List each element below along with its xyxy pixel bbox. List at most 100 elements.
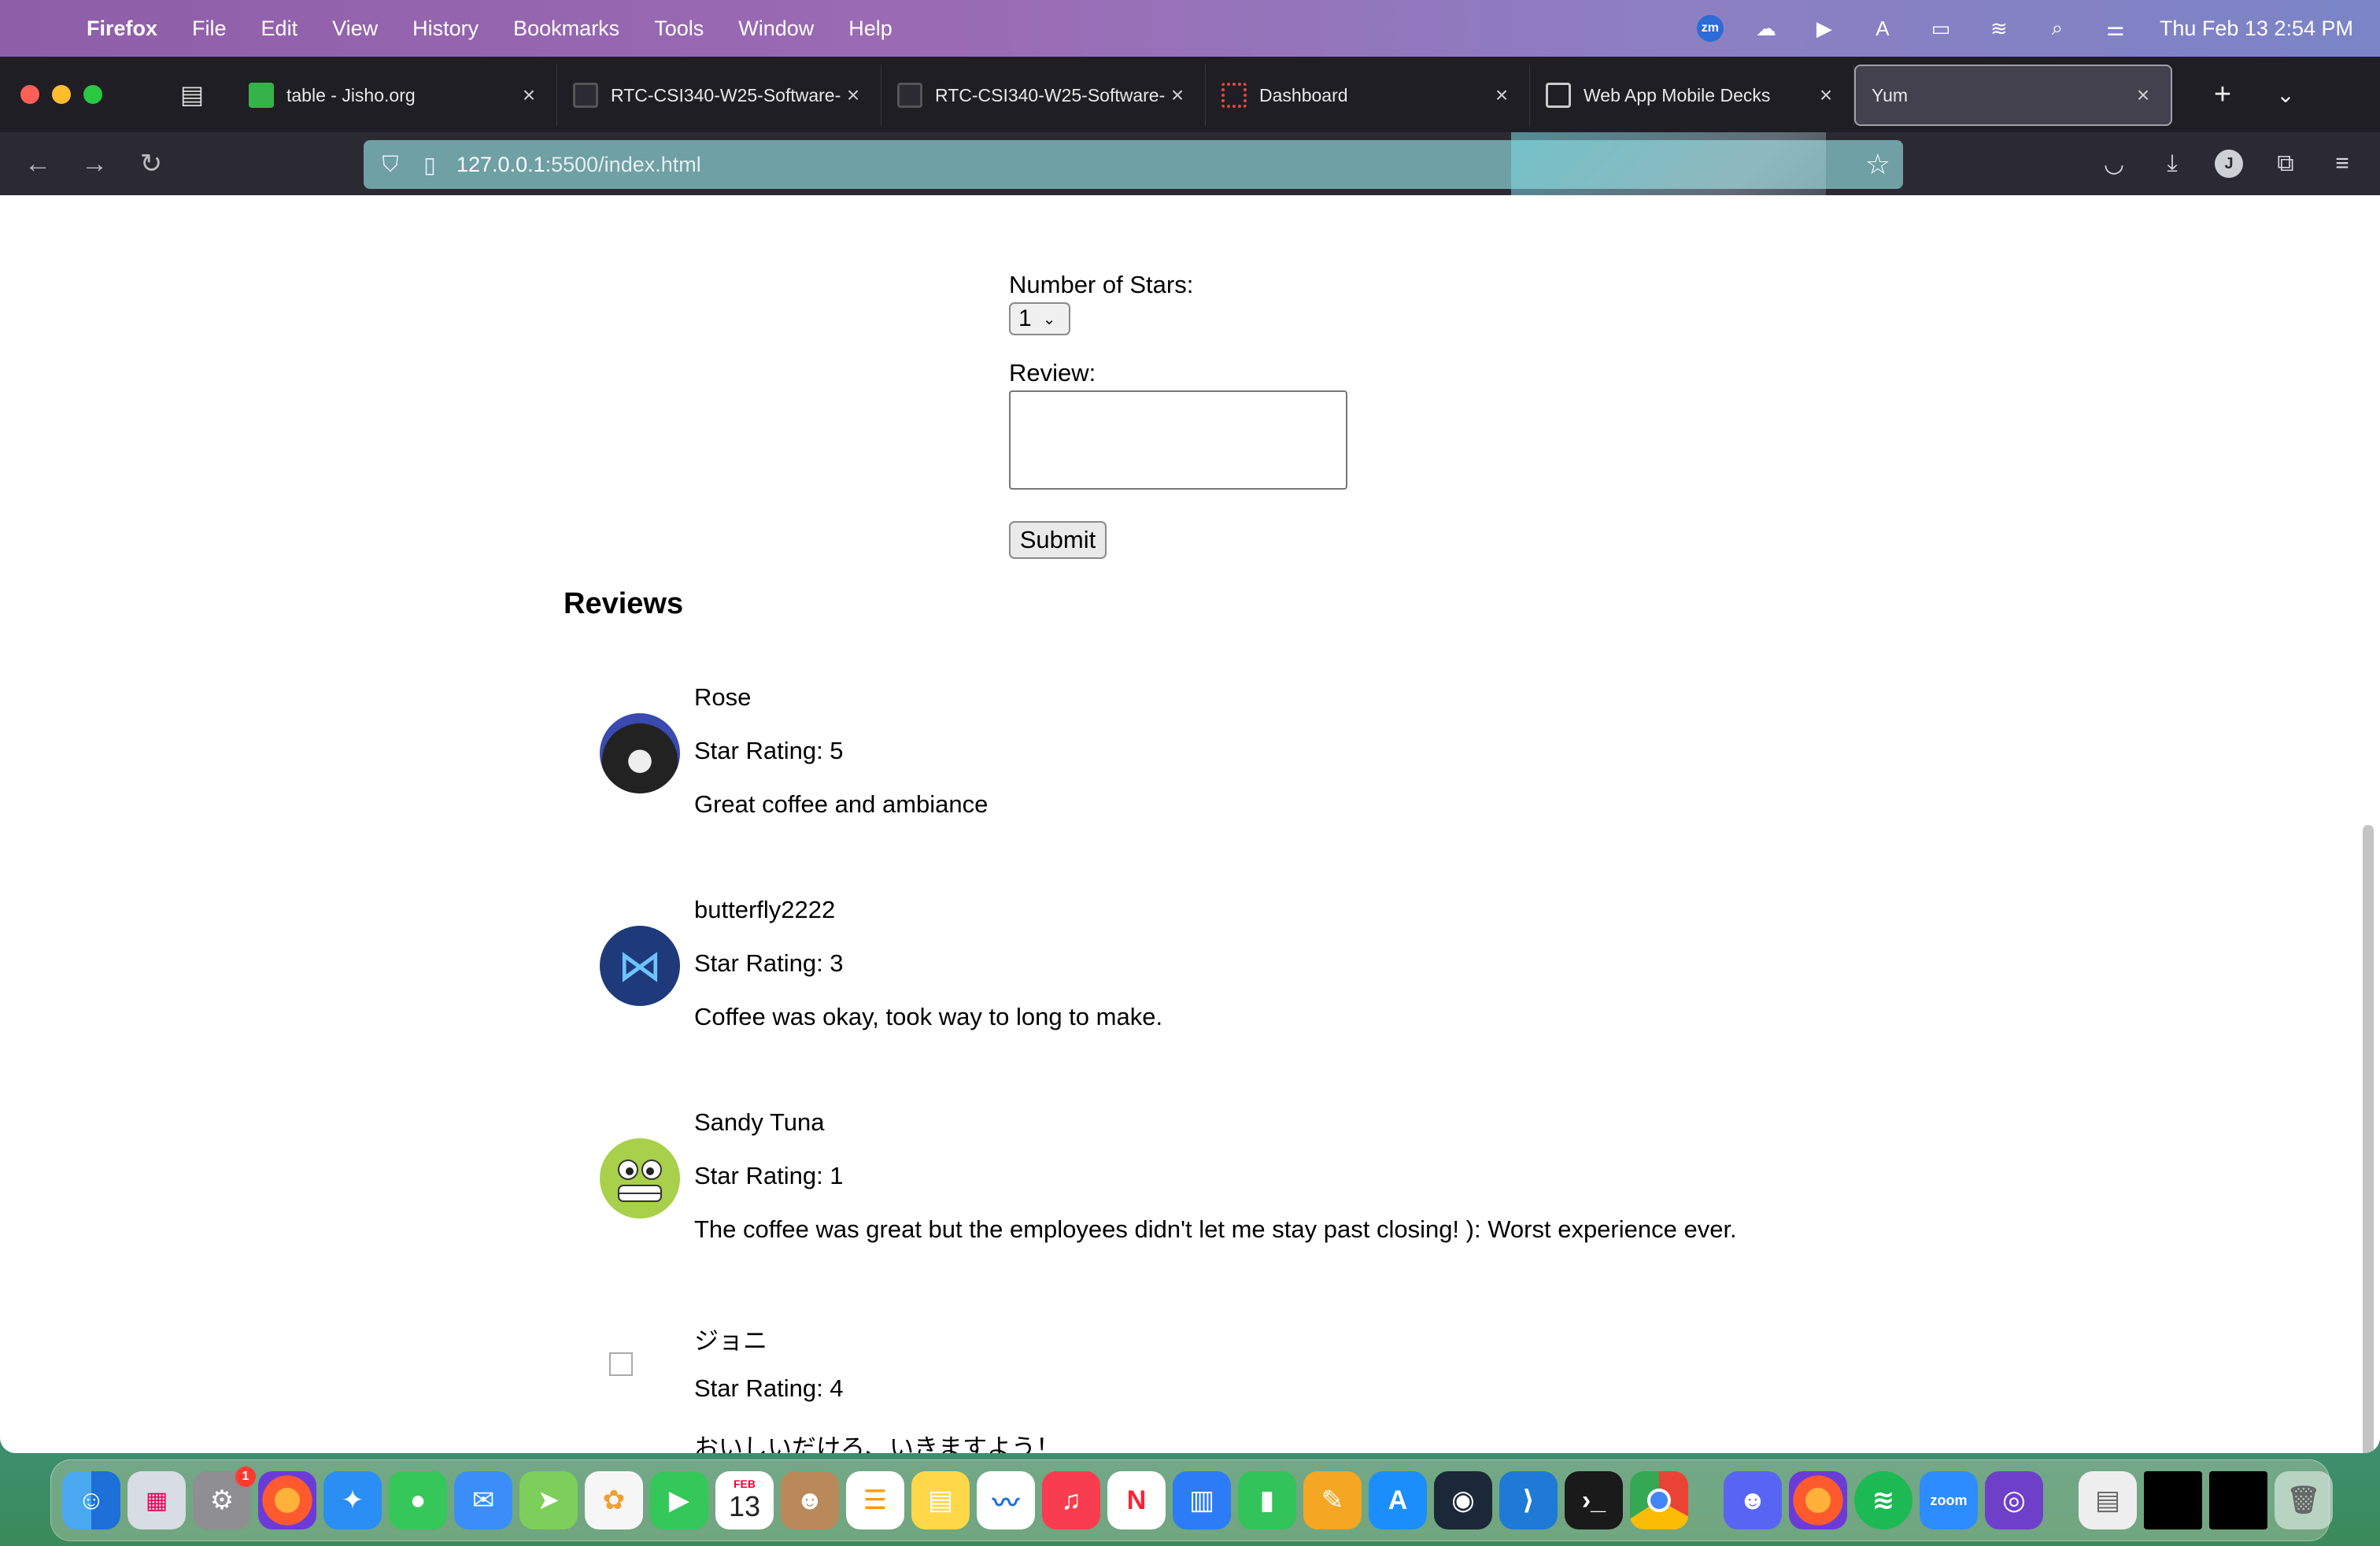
system-settings-icon[interactable]: ⚙ 1 [193,1466,256,1529]
stars-select[interactable]: 1 ⌄ [1009,302,1070,335]
url-path: :5500/index.html [545,152,701,176]
contacts-icon[interactable]: ☻ [781,1471,839,1529]
close-tab-icon[interactable]: × [1490,83,1513,108]
document-preview-icon[interactable]: ▤ [2079,1471,2137,1529]
wifi-icon[interactable]: ≋ [1983,14,2015,43]
review-textarea[interactable] [1009,390,1347,490]
minimize-window-button[interactable] [52,85,71,104]
menu-edit[interactable]: Edit [261,17,298,41]
news-icon[interactable]: N [1107,1471,1166,1529]
url-bar[interactable]: ⛉ ▯ 127.0.0.1:5500/index.html ☆ [364,140,1903,189]
extensions-icon[interactable]: ⧉ [2267,145,2304,183]
zoom-icon[interactable]: zoom [1920,1471,1978,1529]
pocket-icon[interactable]: ◡ [2095,145,2133,183]
submit-button[interactable]: Submit [1009,521,1107,559]
trash-icon[interactable]: 🗑 [2275,1471,2333,1529]
launchpad-icon[interactable]: ▦ [128,1471,186,1529]
chrome-icon[interactable] [1630,1471,1688,1529]
close-tab-icon[interactable]: × [1166,83,1189,108]
input-source-icon[interactable]: A [1867,14,1898,43]
account-icon[interactable]: J [2210,145,2248,183]
spotify-icon[interactable]: ≋ [1854,1471,1913,1529]
zoom-status-icon[interactable]: zm [1696,15,1724,42]
tab-github-1[interactable]: RTC-CSI340-W25-Software- × [557,65,881,126]
finder-icon[interactable]: ☺ [62,1471,120,1529]
review-form: Number of Stars: 1 ⌄ Review: Submit [1009,271,1387,559]
close-tab-icon[interactable]: × [517,83,541,108]
play-icon[interactable]: ▶ [1809,14,1840,43]
close-tab-icon[interactable]: × [1814,83,1838,108]
notes-icon[interactable]: ▤ [911,1471,970,1529]
menubar-clock[interactable]: Thu Feb 13 2:54 PM [2160,17,2353,41]
avatar: ⋈ [600,926,680,1006]
firefox-view-icon[interactable]: ▤ [173,76,211,113]
spotlight-search-icon[interactable]: ⌕ [2042,14,2073,43]
forward-icon[interactable]: → [76,145,113,183]
creative-cloud-icon[interactable]: ☁ [1750,14,1782,43]
broken-image-icon [609,1352,633,1376]
downloads-icon[interactable]: ⤓ [2153,145,2191,183]
menu-help[interactable]: Help [848,17,893,41]
photos-icon[interactable]: ✿ [585,1471,643,1529]
jisho-favicon-icon [249,83,274,108]
control-center-icon[interactable]: ⚌ [2100,14,2131,43]
github-desktop-icon[interactable]: ◎ [1985,1471,2043,1529]
tracking-protection-shield-icon[interactable]: ⛉ [375,152,406,178]
vscode-icon[interactable]: ⟩ [1499,1471,1558,1529]
menu-tools[interactable]: Tools [654,17,704,41]
close-window-button[interactable] [20,85,39,104]
menu-app-firefox[interactable]: Firefox [87,17,157,41]
avatar [600,713,680,793]
freeform-icon[interactable]: 〰 [977,1471,1035,1529]
url-text[interactable]: 127.0.0.1:5500/index.html [456,153,701,177]
list-all-tabs-icon[interactable]: ⌄ [2267,76,2304,113]
tab-jisho[interactable]: table - Jisho.org × [233,65,557,126]
calendar-icon[interactable]: FEB 13 [715,1471,774,1529]
page-info-icon[interactable]: ▯ [414,152,445,178]
battery-icon[interactable]: ▭ [1925,14,1957,43]
new-tab-icon[interactable]: + [2204,76,2241,113]
dashboard-favicon-icon [1221,83,1247,108]
menu-hamburger-icon[interactable]: ≡ [2323,145,2361,183]
window-thumbnail-icon[interactable] [2144,1471,2202,1529]
close-tab-icon[interactable]: × [2131,83,2155,108]
app-store-icon[interactable]: A [1369,1471,1427,1529]
music-icon[interactable]: ♫ [1042,1471,1100,1529]
keynote-icon[interactable]: ▥ [1173,1471,1231,1529]
window-thumbnail-icon[interactable] [2209,1471,2267,1529]
safari-icon[interactable]: ✦ [323,1471,382,1529]
discord-icon[interactable]: ☻ [1724,1471,1782,1529]
github-favicon-icon [897,83,922,108]
menu-history[interactable]: History [412,17,479,41]
firefox-dock-icon[interactable] [258,1471,316,1529]
maps-icon[interactable]: ➤ [519,1471,578,1529]
tab-dashboard[interactable]: Dashboard × [1206,65,1530,126]
page-scrollbar[interactable] [2363,825,2374,1453]
tab-yum[interactable]: Yum × [1854,65,2172,126]
menu-bookmarks[interactable]: Bookmarks [513,17,619,41]
menu-file[interactable]: File [192,17,227,41]
status-area: zm ☁ ▶ A ▭ ≋ ⌕ ⚌ Thu Feb 13 2:54 PM [1670,0,2353,57]
terminal-icon[interactable]: ›_ [1565,1471,1623,1529]
steam-icon[interactable]: ◉ [1434,1471,1492,1529]
reviews-heading: Reviews [564,587,684,620]
mail-icon[interactable]: ✉ [454,1471,512,1529]
messages-icon[interactable]: ● [389,1471,447,1529]
pages-icon[interactable]: ✎ [1303,1471,1362,1529]
facetime-icon[interactable]: ▶ [650,1471,708,1529]
firefox-dev-icon[interactable] [1789,1471,1847,1529]
reload-icon[interactable]: ↻ [132,145,170,183]
close-tab-icon[interactable]: × [841,83,865,108]
tab-github-2[interactable]: RTC-CSI340-W25-Software- × [881,65,1206,126]
bookmark-star-icon[interactable]: ☆ [1865,148,1890,181]
zoom-window-button[interactable] [83,85,102,104]
tab-web-app[interactable]: Web App Mobile Decks × [1530,65,1854,126]
back-icon[interactable]: ← [19,145,57,183]
numbers-icon[interactable]: ▮ [1238,1471,1296,1529]
chatgpt-favicon-icon [1546,83,1571,108]
menu-view[interactable]: View [332,17,378,41]
menu-window[interactable]: Window [738,17,814,41]
reminders-icon[interactable]: ☰ [846,1471,904,1529]
avatar [600,1138,680,1219]
review-text: Great coffee and ambiance [694,790,989,818]
